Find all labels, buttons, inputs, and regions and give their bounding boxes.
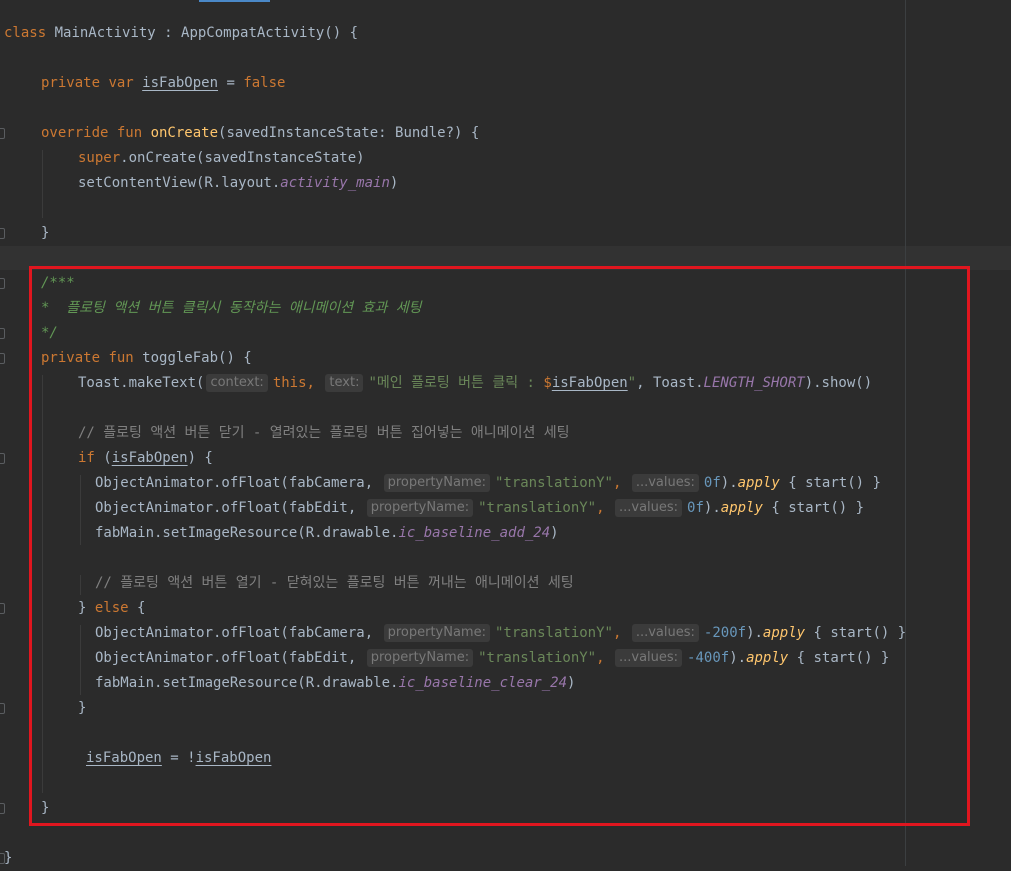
code-line: override fun onCreate(savedInstanceState… <box>41 121 479 146</box>
fold-marker-icon[interactable] <box>0 703 5 714</box>
code-text: (savedInstanceState: Bundle?) { <box>218 125 480 141</box>
resource-reference: activity_main <box>280 175 390 191</box>
code-line: } <box>4 846 12 871</box>
function-name: onCreate <box>150 125 219 141</box>
code-editor[interactable]: class MainActivity : AppCompatActivity()… <box>0 0 1011 866</box>
keyword: override <box>41 125 117 141</box>
code-line: super.onCreate(savedInstanceState) <box>78 146 365 171</box>
code-text: ) <box>389 175 399 191</box>
fold-marker-icon[interactable] <box>0 453 5 464</box>
active-tab-indicator <box>199 0 270 2</box>
variable-is-fab-open: isFabOpen <box>142 75 219 91</box>
keyword: super <box>78 150 121 166</box>
indent-guide <box>42 150 43 218</box>
code-text: .onCreate(savedInstanceState) <box>120 150 365 166</box>
code-text: setContentView(R.layout. <box>78 175 281 191</box>
keyword: fun <box>116 125 151 141</box>
brace: } <box>4 850 13 866</box>
keyword: private <box>41 75 109 91</box>
code-line: private var isFabOpen = false <box>41 71 285 96</box>
fold-marker-icon[interactable] <box>0 278 5 289</box>
fold-marker-icon[interactable] <box>0 603 5 614</box>
fold-marker-icon[interactable] <box>0 803 5 814</box>
fold-marker-icon[interactable] <box>0 128 5 139</box>
brace: } <box>41 225 50 241</box>
code-line: setContentView(R.layout.activity_main) <box>78 171 398 196</box>
code-line: class MainActivity : AppCompatActivity()… <box>4 21 358 46</box>
keyword: class <box>4 25 47 41</box>
fold-marker-icon[interactable] <box>0 353 5 364</box>
keyword: var <box>108 75 143 91</box>
operator: = <box>218 75 244 91</box>
fold-marker-icon[interactable] <box>0 328 5 339</box>
fold-marker-icon[interactable] <box>0 228 5 239</box>
class-declaration: MainActivity : AppCompatActivity() { <box>46 25 359 41</box>
code-line: } <box>41 221 49 246</box>
annotation-highlight-box <box>29 266 970 826</box>
keyword: false <box>243 75 286 91</box>
